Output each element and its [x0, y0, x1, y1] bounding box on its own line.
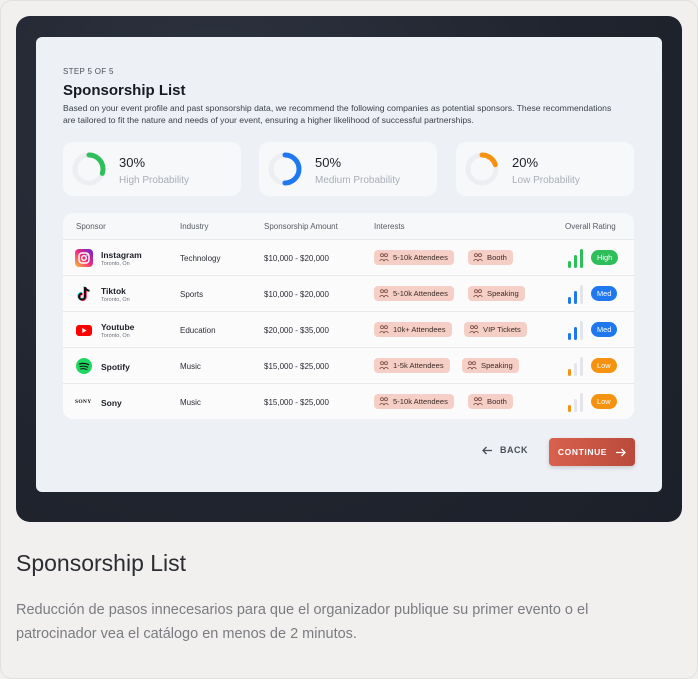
attendees-icon [467, 361, 477, 370]
back-button[interactable]: BACK [482, 445, 528, 455]
interest-tag: 5-10k Attendees [374, 286, 454, 301]
medium-probability-donut [268, 152, 302, 186]
amount-cell: $15,000 - $25,000 [264, 398, 329, 407]
interest-label: VIP Tickets [483, 325, 521, 334]
interest-tag: 5-10k Attendees [374, 394, 454, 409]
attendees-icon [469, 325, 479, 334]
interest-label: 5-10k Attendees [393, 253, 448, 262]
table-row[interactable]: Tiktok Toronto, On Sports $10,000 - $20,… [63, 275, 634, 311]
rating-badge: High [591, 250, 619, 265]
rating-badge: Low [591, 394, 617, 409]
header-sponsor: Sponsor [76, 222, 106, 231]
amount-cell: $10,000 - $20,000 [264, 254, 329, 263]
rating-badge: Low [591, 358, 617, 373]
interest-label: Booth [487, 253, 507, 262]
amount-cell: $15,000 - $25,000 [264, 362, 329, 371]
table-header: Sponsor Industry Sponsorship Amount Inte… [63, 213, 634, 239]
interest-tag: Speaking [468, 286, 525, 301]
low-probability-donut [465, 152, 499, 186]
sponsor-name: Tiktok [101, 286, 126, 296]
caption-text: Reducción de pasos innecesarios para que… [16, 602, 589, 642]
attendees-icon [379, 289, 389, 298]
sponsor-table: Sponsor Industry Sponsorship Amount Inte… [63, 213, 634, 419]
arrow-left-icon [482, 446, 492, 454]
app-window: STEP 5 OF 5 Sponsorship List Based on yo… [36, 37, 662, 492]
low-probability-value: 20% [512, 155, 539, 170]
interest-label: 5-10k Attendees [393, 397, 448, 406]
high-probability-value: 30% [119, 155, 146, 170]
attendees-icon [379, 361, 389, 370]
rating-bars-icon [568, 356, 584, 376]
back-label: BACK [500, 445, 528, 455]
attendees-icon [473, 253, 483, 262]
interest-tag: Speaking [462, 358, 519, 373]
interest-label: Speaking [481, 361, 513, 370]
interest-tag: Booth [468, 250, 513, 265]
continue-button[interactable]: CONTINUE [549, 438, 635, 466]
medium-probability-label: Medium Probability [315, 175, 401, 186]
rating-bars-icon [568, 248, 584, 268]
attendees-icon [379, 253, 389, 262]
rating-bars-icon [568, 284, 584, 304]
interest-tag: 10k+ Attendees [374, 322, 452, 337]
page-title: Sponsorship List [63, 82, 186, 99]
industry-cell: Music [180, 362, 201, 371]
header-interests: Interests [374, 222, 405, 231]
amount-cell: $20,000 - $35,000 [264, 326, 329, 335]
sponsor-location: Toronto, On [101, 297, 130, 303]
industry-cell: Technology [180, 254, 221, 263]
sponsor-name: Youtube [101, 322, 135, 332]
sony-logo-icon: SONY [75, 399, 92, 405]
medium-probability-value: 50% [315, 155, 342, 170]
interest-label: 5-10k Attendees [393, 289, 448, 298]
industry-cell: Music [180, 398, 201, 407]
interest-tag: 5-10k Attendees [374, 250, 454, 265]
interest-tag: VIP Tickets [464, 322, 527, 337]
step-indicator: STEP 5 OF 5 [63, 67, 114, 76]
sponsor-name: Spotify [101, 362, 130, 372]
interest-label: 10k+ Attendees [393, 325, 446, 334]
caption-title: Sponsorship List [16, 550, 187, 576]
tiktok-icon [75, 285, 93, 303]
header-amount: Sponsorship Amount [264, 222, 338, 231]
amount-cell: $10,000 - $20,000 [264, 290, 329, 299]
interest-label: 1-5k Attendees [393, 361, 444, 370]
interest-tag: Booth [468, 394, 513, 409]
continue-label: CONTINUE [557, 447, 608, 457]
table-row[interactable]: Instagram Toronto, On Technology $10,000… [63, 239, 634, 275]
interest-label: Speaking [487, 289, 519, 298]
low-probability-label: Low Probability [512, 175, 580, 186]
page-description: Based on your event profile and past spo… [63, 103, 612, 125]
header-industry: Industry [180, 222, 209, 231]
sponsor-name: Instagram [101, 250, 142, 260]
rating-bars-icon [568, 320, 584, 340]
low-probability-card: 20% Low Probability [456, 142, 634, 196]
rating-badge: Med [591, 286, 618, 301]
arrow-right-icon [616, 448, 627, 456]
attendees-icon [379, 397, 389, 406]
rating-bars-icon [568, 392, 584, 412]
attendees-icon [473, 289, 483, 298]
sponsor-location: Toronto, On [101, 333, 130, 339]
table-row[interactable]: Youtube Toronto, On Education $20,000 - … [63, 311, 634, 347]
spotify-icon [75, 357, 93, 375]
interest-label: Booth [487, 397, 507, 406]
high-probability-donut [72, 152, 106, 186]
sponsor-location: Toronto, On [101, 261, 130, 267]
high-probability-card: 30% High Probability [63, 142, 241, 196]
attendees-icon [473, 397, 483, 406]
industry-cell: Sports [180, 290, 204, 299]
interest-tag: 1-5k Attendees [374, 358, 450, 373]
instagram-icon [75, 249, 93, 267]
table-row[interactable]: Spotify Music $15,000 - $25,000 1-5k Att… [63, 347, 634, 383]
header-rating: Overall Rating [565, 222, 616, 231]
high-probability-label: High Probability [119, 175, 190, 186]
rating-badge: Med [591, 322, 618, 337]
youtube-icon [75, 321, 93, 339]
industry-cell: Education [180, 326, 216, 335]
medium-probability-card: 50% Medium Probability [259, 142, 437, 196]
sponsor-name: Sony [101, 398, 122, 408]
attendees-icon [379, 325, 389, 334]
table-row[interactable]: SONY Sony Music $15,000 - $25,000 5-10k … [63, 383, 634, 419]
